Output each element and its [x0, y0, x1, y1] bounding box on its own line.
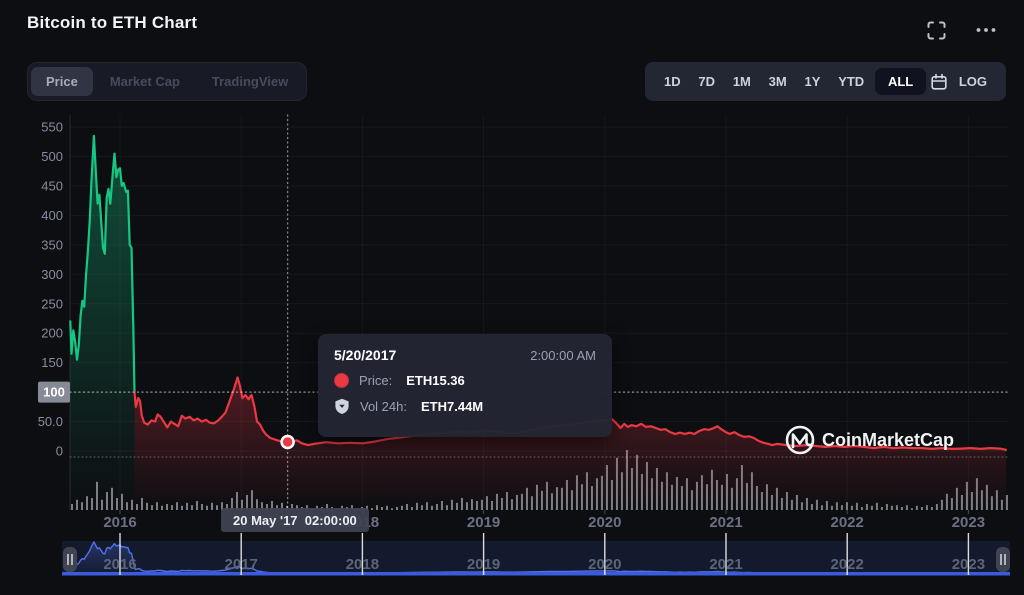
navigator-year-label: 2016 — [103, 556, 136, 573]
tab-market-cap[interactable]: Market Cap — [95, 67, 195, 96]
log-scale-button[interactable]: LOG — [952, 68, 994, 95]
y-axis-label: 400 — [41, 208, 63, 223]
tab-price[interactable]: Price — [31, 67, 93, 96]
navigator-year-label: 2020 — [588, 556, 621, 573]
navigator-year-label: 2021 — [709, 556, 742, 573]
watermark-text: CoinMarketCap — [822, 430, 954, 450]
x-axis-label: 2019 — [467, 514, 500, 531]
x-axis-label: 2021 — [709, 514, 742, 531]
price-series-icon — [334, 373, 349, 388]
navigator-left-handle-body — [63, 547, 77, 572]
volume-bar — [1005, 495, 1008, 510]
y-axis-badge-label: 100 — [43, 385, 65, 400]
navigator-right-handle[interactable] — [996, 547, 1010, 572]
page-title: Bitcoin to ETH Chart — [27, 13, 198, 32]
navigator-year-label: 2023 — [952, 556, 985, 573]
crosshair-date-badge: 20 May '17 02:00:00 — [221, 508, 369, 532]
navigator-right-handle-body — [996, 547, 1010, 572]
tab-tradingview[interactable]: TradingView — [197, 67, 303, 96]
range-all[interactable]: ALL — [874, 68, 927, 95]
range-7d[interactable]: 7D — [691, 68, 722, 95]
y-axis-label: 350 — [41, 237, 63, 252]
range-1d[interactable]: 1D — [657, 68, 688, 95]
navigator-bottom-bar — [62, 572, 1010, 576]
range-selector: 1D 7D 1M 3M 1Y YTD ALL LOG — [645, 62, 1006, 101]
y-axis-label: 500 — [41, 149, 63, 164]
range-1m[interactable]: 1M — [726, 68, 758, 95]
hover-point-marker — [280, 434, 295, 450]
y-axis-label: 200 — [41, 326, 63, 341]
navigator-year-label: 2017 — [225, 556, 258, 573]
x-axis-label: 2016 — [103, 514, 136, 531]
x-axis-label: 2022 — [831, 514, 864, 531]
calendar-icon[interactable] — [930, 73, 948, 91]
chart-tooltip: 5/20/2017 2:00:00 AM Price: ETH15.36 Vol … — [318, 334, 612, 437]
y-axis-label: 250 — [41, 296, 63, 311]
range-ytd[interactable]: YTD — [831, 68, 871, 95]
navigator-year-label: 2018 — [346, 556, 379, 573]
x-axis-label: 2023 — [952, 514, 985, 531]
tooltip-vol-label: Vol 24h: — [360, 399, 407, 414]
tooltip-price-value: ETH15.36 — [406, 373, 465, 388]
tooltip-date: 5/20/2017 — [334, 347, 397, 363]
more-options-icon[interactable] — [976, 20, 996, 40]
fullscreen-icon[interactable] — [926, 20, 946, 40]
tooltip-time: 2:00:00 AM — [530, 348, 596, 363]
tooltip-price-label: Price: — [359, 373, 393, 388]
y-axis-label: 50.0 — [38, 414, 63, 429]
x-axis-label: 2020 — [588, 514, 621, 531]
y-axis-label: 300 — [41, 267, 63, 282]
navigator-year-label: 2019 — [467, 556, 500, 573]
tooltip-vol-value: ETH7.44M — [421, 399, 484, 414]
chart-widget: Bitcoin to ETH Chart Price Market Cap Trad… — [0, 0, 1024, 595]
navigator-background — [62, 541, 1010, 575]
chart-type-tabs: Price Market Cap TradingView — [27, 62, 308, 101]
volume-shield-icon — [335, 398, 349, 414]
y-axis-label: 0 — [56, 444, 63, 459]
y-axis-label: 450 — [41, 178, 63, 193]
range-3m[interactable]: 3M — [762, 68, 794, 95]
header-icons — [926, 20, 996, 40]
y-axis-label: 550 — [41, 120, 63, 135]
navigator: 2016 2017 2018 2019 2020 2021 2022 2023 — [62, 533, 1010, 576]
navigator-year-label: 2022 — [831, 556, 864, 573]
y-axis-label: 150 — [41, 355, 63, 370]
navigator-left-handle[interactable] — [63, 547, 77, 572]
range-1y[interactable]: 1Y — [798, 68, 828, 95]
